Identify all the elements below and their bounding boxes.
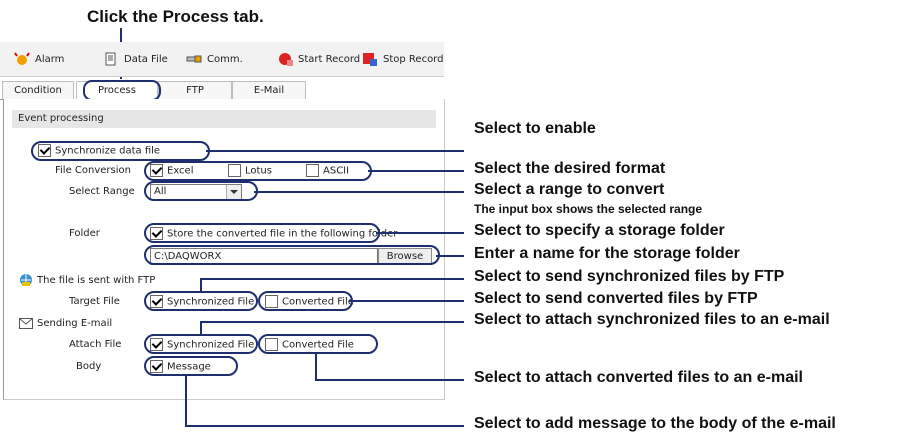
callout-name: Enter a name for the storage folder [474, 245, 740, 262]
instruction-text: Click the Process tab. [87, 7, 264, 26]
callout-format: Select the desired format [474, 160, 666, 177]
leader-ftp-conv [349, 300, 464, 302]
alarm-icon [14, 52, 30, 65]
start-record-button[interactable]: Start Record [277, 52, 360, 66]
callout-range-note: The input box shows the selected range [474, 202, 703, 216]
callout-ftp-sync: Select to send synchronized files by FTP [474, 268, 785, 285]
leader-enable [206, 150, 464, 152]
body-label: Body [76, 361, 102, 372]
callout-enable: Select to enable [474, 120, 596, 137]
leader-message [185, 425, 464, 427]
leader-ftp-sync [200, 278, 464, 280]
comm-icon [186, 55, 202, 63]
store-folder-highlight [144, 223, 380, 243]
callout-ftp-conv: Select to send converted files by FTP [474, 290, 758, 307]
stop-record-label: Stop Record [383, 53, 444, 65]
ftp-section-label: The file is sent with FTP [37, 275, 156, 286]
target-file-label: Target File [69, 296, 120, 307]
process-tab-highlight [83, 80, 161, 101]
message-highlight [144, 356, 238, 376]
leader-email-sync [200, 321, 464, 323]
data-file-label: Data File [124, 53, 168, 65]
sync-highlight [31, 141, 210, 161]
select-range-label: Select Range [69, 186, 135, 197]
alarm-button[interactable]: Alarm [14, 52, 64, 66]
start-record-icon [279, 53, 293, 66]
data-file-icon [105, 52, 116, 66]
email-conv-highlight [258, 334, 378, 354]
leader-email-conv-v [315, 354, 317, 380]
section-header: Event processing [12, 110, 436, 128]
leader-name [436, 255, 464, 257]
email-sync-highlight [144, 334, 258, 354]
tab-bar: Condition Process FTP E-Mail [0, 79, 444, 100]
tab-condition[interactable]: Condition [2, 81, 74, 99]
folder-path-highlight [144, 245, 440, 265]
file-conversion-label: File Conversion [55, 165, 131, 176]
comm-button[interactable]: Comm. [186, 52, 243, 66]
stop-record-button[interactable]: Stop Record [362, 52, 443, 66]
range-highlight [144, 181, 258, 201]
callout-email-sync: Select to attach synchronized files to a… [474, 311, 830, 328]
tab-email[interactable]: E-Mail [232, 81, 306, 99]
callout-email-conv: Select to attach converted files to an e… [474, 369, 803, 386]
comm-label: Comm. [207, 53, 243, 65]
stop-record-icon [363, 53, 377, 66]
format-highlight [144, 161, 372, 181]
folder-label: Folder [69, 228, 100, 239]
leader-format [368, 170, 464, 172]
tab-ftp[interactable]: FTP [158, 81, 232, 99]
leader-message-v [185, 376, 187, 426]
callout-message: Select to add message to the body of the… [474, 415, 836, 432]
callout-storage: Select to specify a storage folder [474, 222, 725, 239]
envelope-icon [19, 318, 33, 329]
callout-range: Select a range to convert [474, 181, 665, 198]
leader-email-conv [315, 379, 464, 381]
leader-storage [376, 232, 464, 234]
leader-range [254, 191, 464, 193]
ftp-icon [20, 274, 32, 286]
data-file-button[interactable]: Data File [103, 52, 168, 66]
start-record-label: Start Record [298, 53, 361, 65]
toolbar: Alarm Data File Comm. Start Record Stop … [0, 42, 444, 77]
leader-ftp-sync-v [200, 279, 202, 292]
email-section-label: Sending E-mail [37, 318, 113, 329]
ftp-conv-highlight [258, 291, 353, 311]
leader-email-sync-v [200, 322, 202, 335]
ftp-sync-highlight [144, 291, 258, 311]
attach-file-label: Attach File [69, 339, 122, 350]
alarm-label: Alarm [35, 53, 65, 65]
